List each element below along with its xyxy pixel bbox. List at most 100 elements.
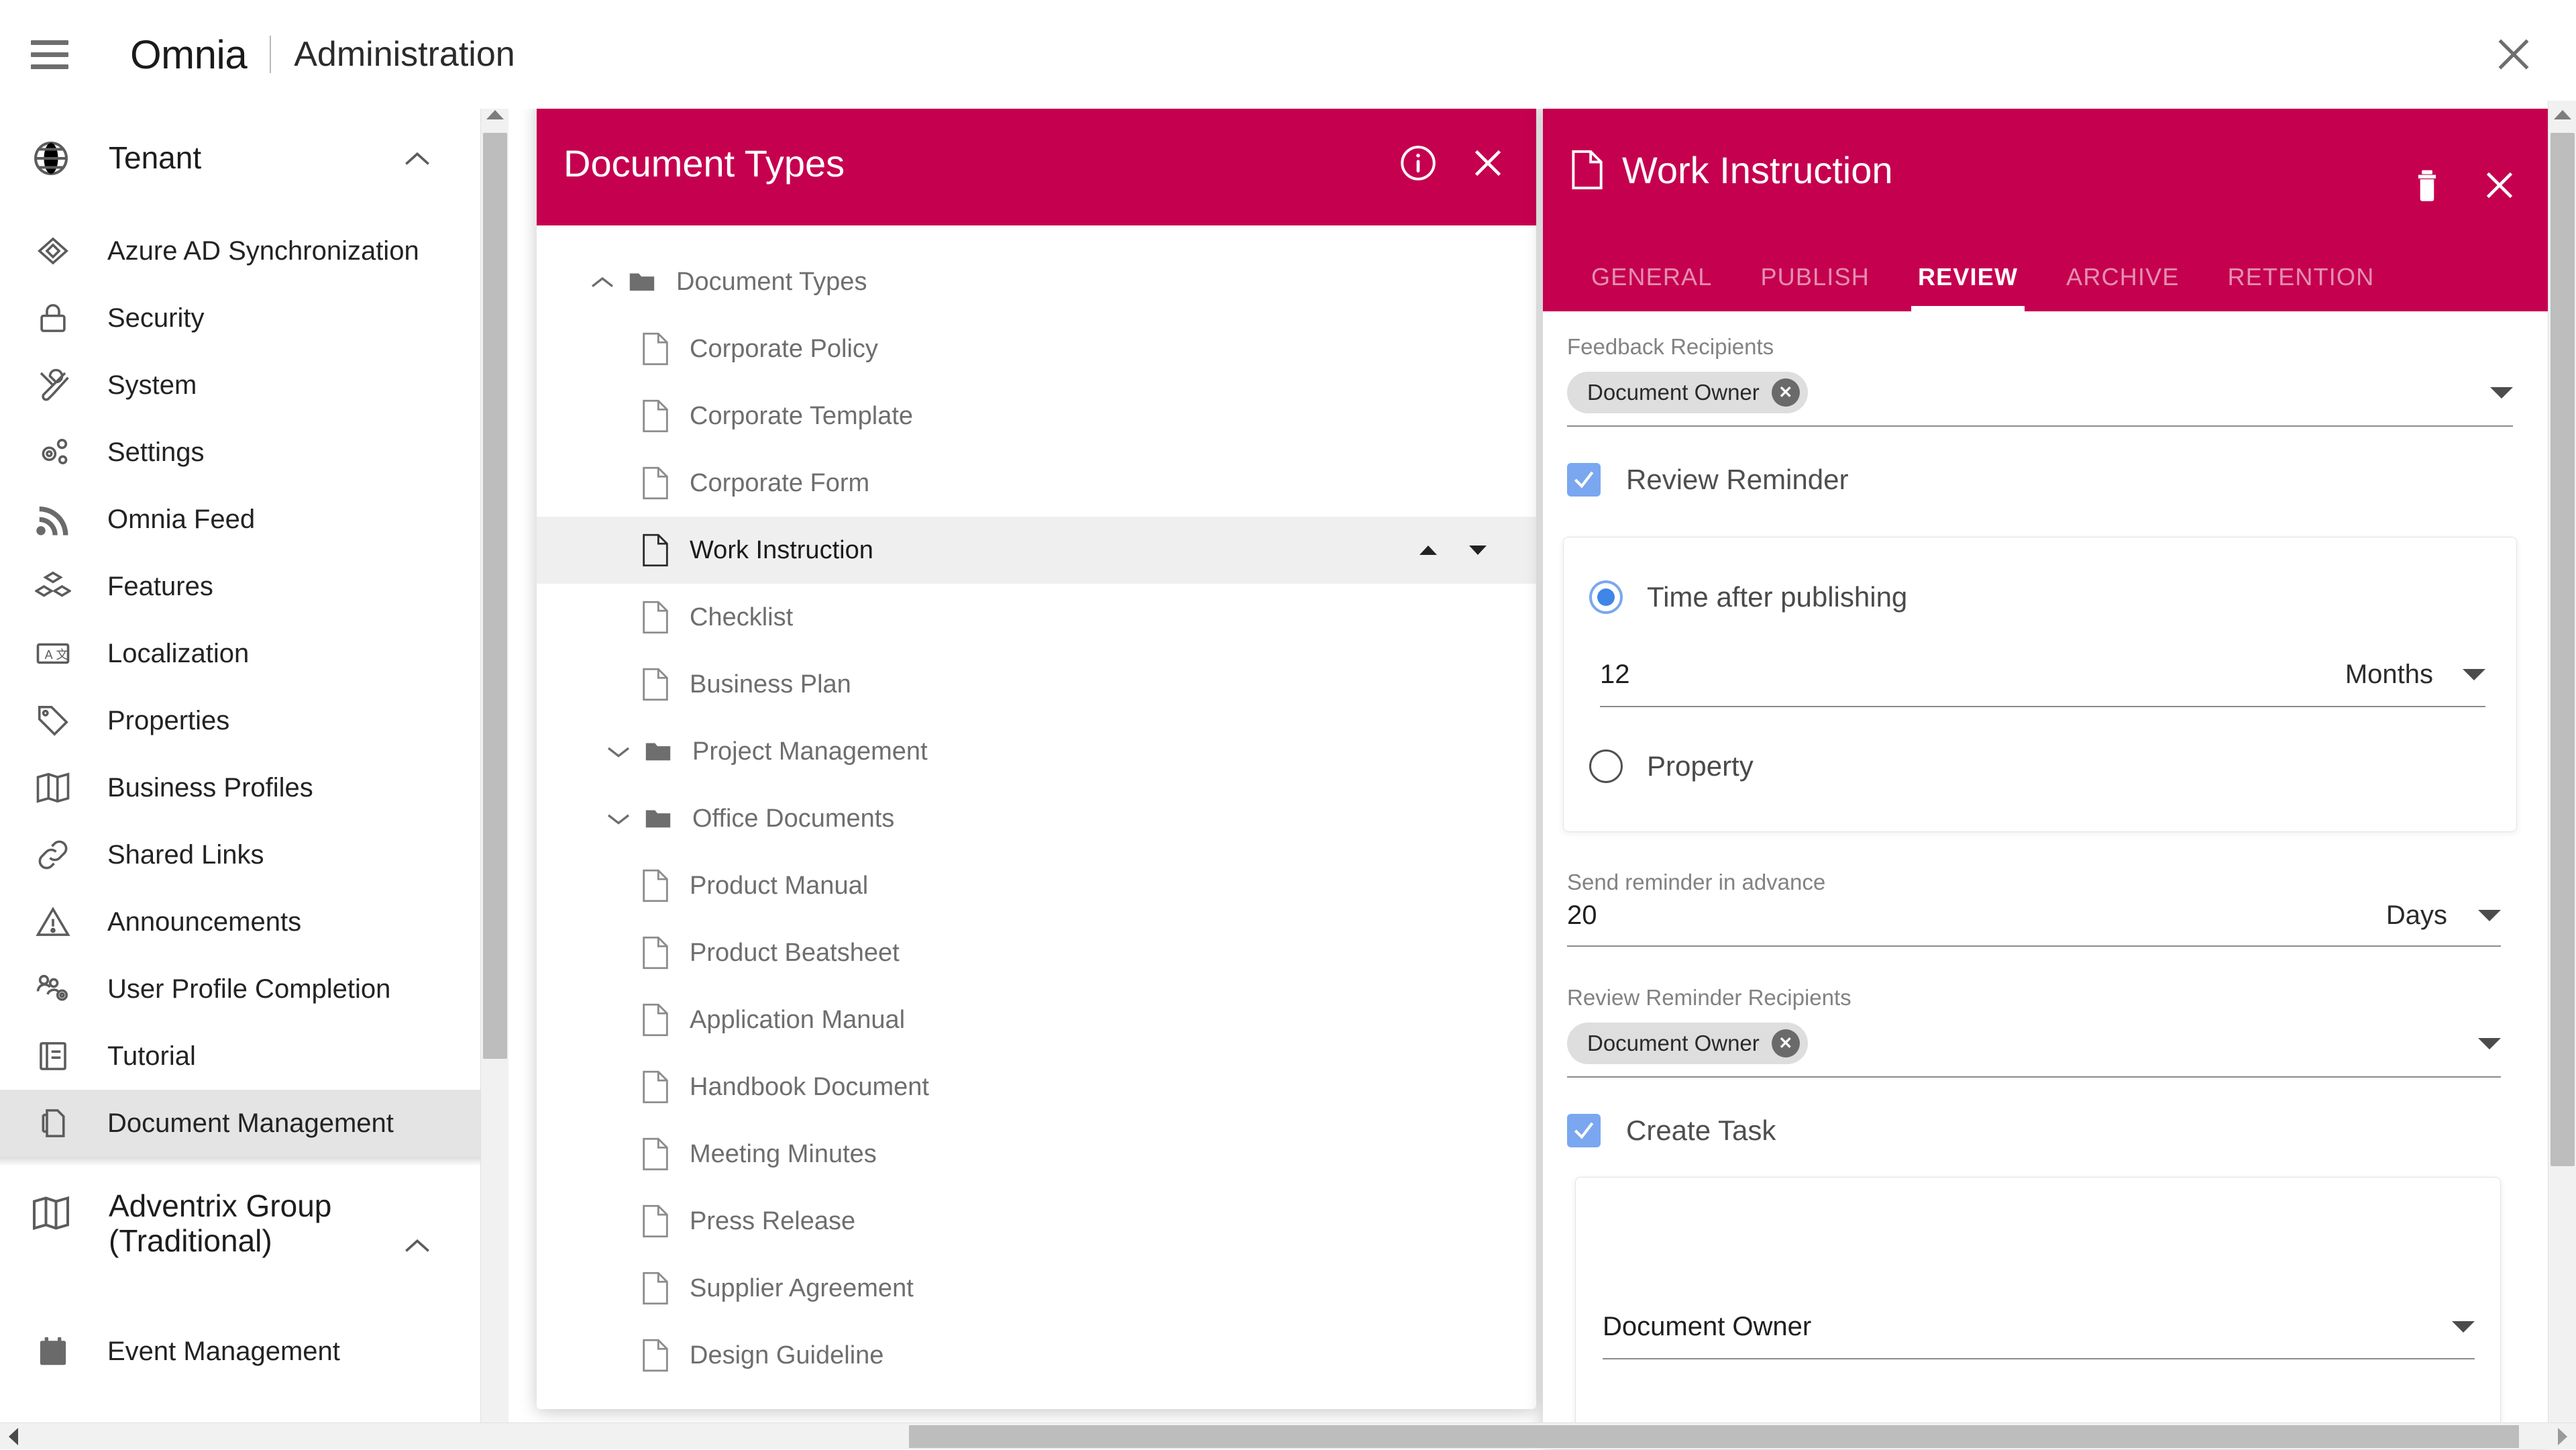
caret-down-icon[interactable] [2452, 1321, 2475, 1333]
caret-down-icon[interactable] [2478, 910, 2501, 921]
work-instruction-tabs[interactable]: GENERAL PUBLISH REVIEW ARCHIVE RETENTION [1543, 239, 2548, 311]
document-types-tree[interactable]: Document Types Corporate Policy Corporat… [537, 225, 1536, 1389]
tree-row-label: Corporate Policy [690, 335, 878, 364]
sidebar-item-document-management[interactable]: Document Management [0, 1090, 480, 1157]
tree-row-label: Meeting Minutes [690, 1140, 877, 1169]
sidebar-item-shared-links[interactable]: Shared Links [0, 821, 480, 888]
tab-general[interactable]: GENERAL [1567, 263, 1736, 311]
feedback-recipients-input[interactable]: Document Owner ✕ [1567, 372, 2513, 427]
triangle-up-icon[interactable] [1419, 546, 1437, 555]
document-icon [640, 1070, 671, 1104]
scrollbar-thumb[interactable] [2551, 133, 2575, 1166]
tree-row[interactable]: Checklist [537, 584, 1536, 651]
tree-row[interactable]: Corporate Form [537, 450, 1536, 517]
sidebar-item-user-profile-completion[interactable]: User Profile Completion [0, 955, 480, 1023]
chevron-up-icon[interactable] [404, 150, 431, 167]
task-assignee-select[interactable]: Document Owner [1603, 1312, 2475, 1359]
triangle-right-icon[interactable] [2549, 1423, 2576, 1450]
left-sidebar[interactable]: Tenant Azure AD Synchronization Security… [0, 109, 480, 1449]
h-scrollbar-thumb[interactable] [909, 1425, 2519, 1448]
triangle-left-icon[interactable] [0, 1423, 27, 1450]
tree-row[interactable]: Office Documents [537, 785, 1536, 852]
tab-review[interactable]: REVIEW [1894, 263, 2042, 311]
advance-unit-value[interactable]: Days [2386, 900, 2447, 931]
chip-remove-icon[interactable]: ✕ [1772, 1029, 1800, 1057]
tree-row[interactable]: Document Types [537, 248, 1536, 315]
sidebar-item-settings[interactable]: Settings [0, 419, 480, 486]
caret-down-icon[interactable] [2478, 1038, 2501, 1049]
create-task-checkbox[interactable] [1567, 1114, 1601, 1147]
tree-row[interactable]: Project Management [537, 718, 1536, 785]
chevron-up-icon[interactable] [588, 267, 617, 297]
horizontal-scrollbar[interactable] [0, 1422, 2576, 1449]
tree-row[interactable]: Business Plan [537, 651, 1536, 718]
tab-archive[interactable]: ARCHIVE [2042, 263, 2203, 311]
chevron-down-icon[interactable] [604, 804, 633, 833]
radio-time-after-publishing[interactable] [1589, 580, 1623, 614]
sidebar-item-localization[interactable]: A文 Localization [0, 620, 480, 687]
create-task-checkbox-row[interactable]: Create Task [1567, 1114, 1776, 1147]
sidebar-group-tenant[interactable]: Tenant [0, 109, 480, 208]
time-value[interactable]: 12 [1600, 660, 1630, 690]
triangle-up-icon[interactable] [2548, 101, 2576, 129]
radio-property-row[interactable]: Property [1589, 749, 1754, 783]
review-reminder-checkbox[interactable] [1567, 463, 1601, 497]
sidebar-item-tutorial[interactable]: Tutorial [0, 1023, 480, 1090]
hamburger-icon[interactable] [31, 35, 70, 74]
review-reminder-recipients-input[interactable]: Document Owner ✕ [1567, 1023, 2501, 1078]
tab-publish[interactable]: PUBLISH [1736, 263, 1893, 311]
recipient-chip[interactable]: Document Owner ✕ [1567, 1023, 1808, 1064]
caret-down-icon[interactable] [2490, 387, 2513, 399]
tree-row[interactable]: Corporate Policy [537, 315, 1536, 382]
chevron-down-icon[interactable] [604, 737, 633, 766]
tree-row[interactable]: Handbook Document [537, 1053, 1536, 1121]
tree-row-selected[interactable]: Work Instruction [537, 517, 1536, 584]
chip-remove-icon[interactable]: ✕ [1772, 378, 1800, 407]
advance-value[interactable]: 20 [1567, 900, 1597, 931]
tree-row[interactable]: Application Manual [537, 986, 1536, 1053]
send-reminder-in-advance-input[interactable]: 20 Days [1567, 900, 2501, 947]
tree-row-label: Product Manual [690, 872, 868, 900]
recipient-chip[interactable]: Document Owner ✕ [1567, 372, 1808, 413]
svg-text:A: A [45, 648, 53, 662]
tree-row[interactable]: Design Guideline [537, 1322, 1536, 1389]
time-unit-value[interactable]: Months [2345, 660, 2433, 690]
sidebar-item-azure-ad-synchronization[interactable]: Azure AD Synchronization [0, 217, 480, 284]
scrollbar-thumb[interactable] [483, 133, 507, 1059]
radio-property[interactable] [1589, 749, 1623, 783]
sidebar-group-adventrix[interactable]: Adventrix Group (Traditional) [0, 1166, 480, 1304]
sidebar-item-event-management[interactable]: Event Management [0, 1318, 480, 1385]
close-icon[interactable] [2481, 166, 2518, 204]
tree-row[interactable]: Press Release [537, 1188, 1536, 1255]
sidebar-scrollbar[interactable] [480, 101, 508, 1449]
time-after-publishing-input-row[interactable]: 12 Months [1600, 660, 2485, 707]
sidebar-item-announcements[interactable]: Announcements [0, 888, 480, 955]
tab-retention[interactable]: RETENTION [2204, 263, 2399, 311]
info-circle-icon[interactable] [1399, 144, 1437, 182]
close-icon[interactable] [1469, 144, 1507, 182]
page-title: Document Types [564, 142, 845, 185]
chevron-up-icon[interactable] [404, 1237, 431, 1254]
document-icon [1570, 149, 1605, 191]
trash-icon[interactable] [2408, 166, 2446, 204]
sidebar-item-system[interactable]: System [0, 352, 480, 419]
close-icon[interactable] [2493, 34, 2534, 75]
radio-time-after-publishing-row[interactable]: Time after publishing [1589, 580, 1907, 614]
tree-row[interactable]: Product Beatsheet [537, 919, 1536, 986]
review-reminder-checkbox-row[interactable]: Review Reminder [1567, 463, 1848, 497]
tree-row[interactable]: Product Manual [537, 852, 1536, 919]
sidebar-item-properties[interactable]: Properties [0, 687, 480, 754]
caret-down-icon[interactable] [2463, 669, 2485, 680]
sidebar-item-business-profiles[interactable]: Business Profiles [0, 754, 480, 821]
folder-icon [643, 801, 674, 836]
tree-row[interactable]: Meeting Minutes [537, 1121, 1536, 1188]
sidebar-group-label: Tenant [109, 141, 201, 176]
triangle-down-icon[interactable] [1469, 546, 1487, 555]
tree-row[interactable]: Supplier Agreement [537, 1255, 1536, 1322]
work-instruction-scrollbar[interactable] [2548, 101, 2576, 1449]
sidebar-item-omnia-feed[interactable]: Omnia Feed [0, 486, 480, 553]
tree-row-label: Checklist [690, 603, 793, 632]
sidebar-item-security[interactable]: Security [0, 284, 480, 352]
tree-row[interactable]: Corporate Template [537, 382, 1536, 450]
sidebar-item-features[interactable]: Features [0, 553, 480, 620]
